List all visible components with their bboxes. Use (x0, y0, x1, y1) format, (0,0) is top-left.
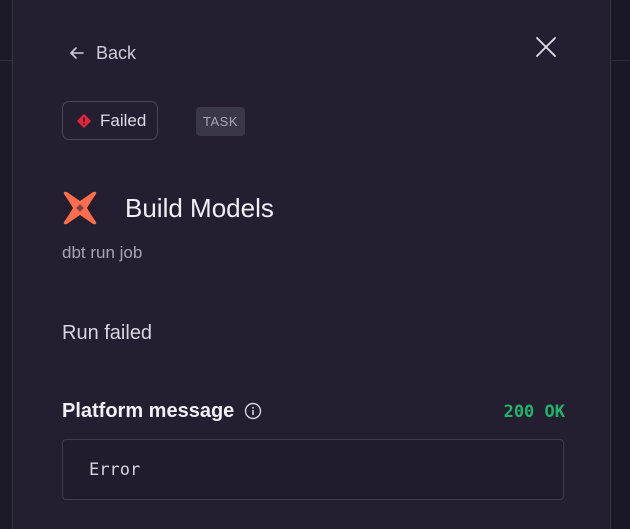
task-detail-panel: Back Failed TASK Build Models dbt run jo… (12, 0, 611, 529)
http-status-code: 200 OK (503, 402, 565, 422)
back-button-label: Back (96, 42, 137, 63)
close-button[interactable] (533, 34, 559, 60)
type-tag: TASK (196, 107, 245, 136)
job-subtitle: dbt run job (62, 243, 143, 262)
close-icon (536, 37, 556, 57)
run-result-heading: Run failed (62, 322, 153, 344)
backdrop-right-divider (612, 60, 630, 61)
platform-message-label: Platform message (62, 400, 235, 422)
arrow-left-icon (70, 47, 84, 59)
status-badge: Failed (62, 101, 158, 140)
dbt-logo-icon (63, 191, 97, 225)
platform-message-header: Platform message (62, 398, 262, 424)
info-icon[interactable] (244, 402, 262, 420)
backdrop-right-area (612, 0, 630, 529)
platform-message-text: Error (89, 459, 141, 480)
status-badge-label: Failed (100, 110, 147, 130)
job-title: Build Models (125, 193, 274, 223)
platform-message-box: Error (62, 439, 564, 500)
backdrop-divider (0, 60, 12, 61)
error-diamond-icon (77, 113, 91, 128)
back-button[interactable]: Back (68, 40, 136, 66)
